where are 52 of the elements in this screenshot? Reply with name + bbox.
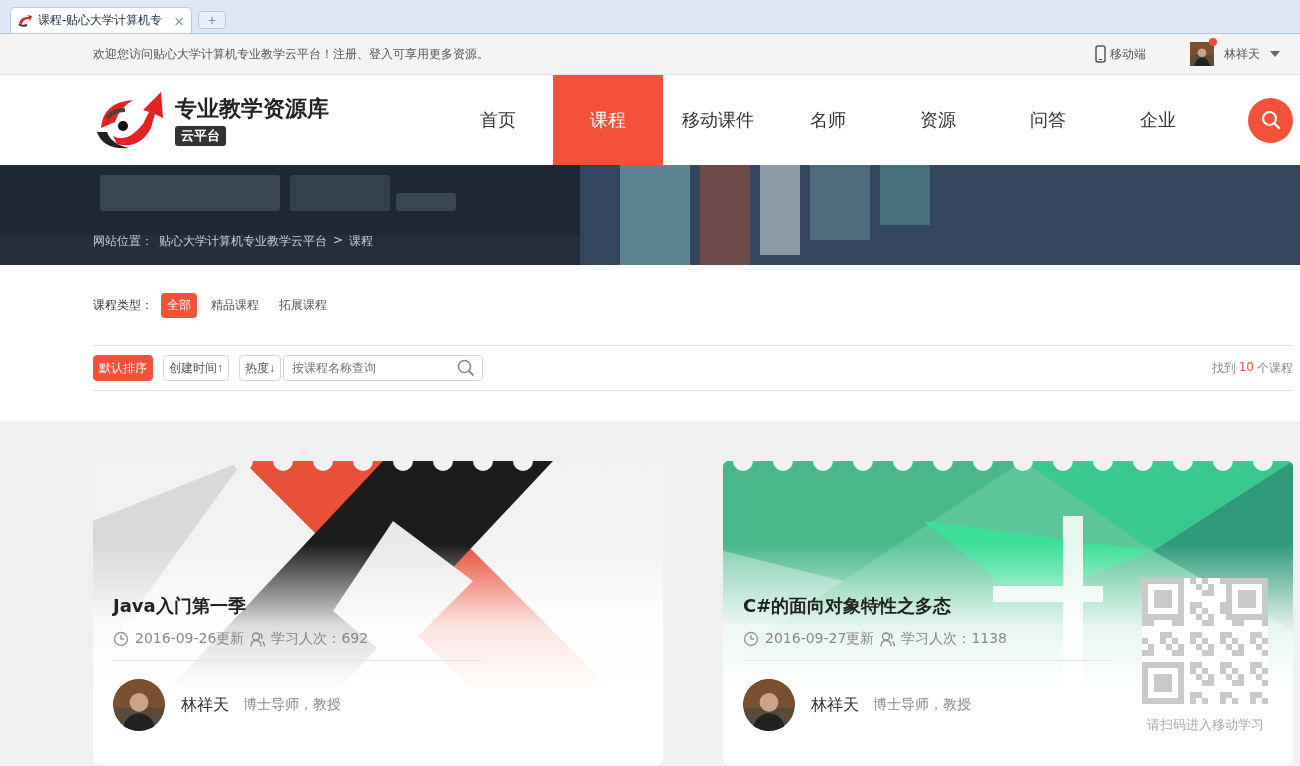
logo-badge: 云平台 [175, 126, 226, 146]
people-icon [250, 631, 266, 647]
teacher-name[interactable]: 林祥天 [811, 694, 859, 716]
course-title[interactable]: C#的面向对象特性之多态 [743, 594, 1273, 618]
clock-icon [113, 631, 129, 647]
result-text: 找到 [1211, 359, 1236, 377]
nav-item[interactable]: 移动课件 [663, 75, 773, 165]
caret-icon [1270, 51, 1280, 57]
browser-tab[interactable]: 课程-贴心大学计算机专 × [10, 7, 192, 33]
update-date: 2016-09-26更新 [135, 630, 245, 648]
teacher-title: 博士导师，教授 [873, 696, 971, 714]
people-icon [880, 631, 896, 647]
breadcrumb-link[interactable]: 课程 [349, 233, 374, 250]
update-date: 2016-09-27更新 [765, 630, 875, 648]
search-icon [457, 359, 475, 377]
qr-caption: 请扫码进入移动学习 [1146, 716, 1264, 734]
swirl-icon [17, 13, 33, 28]
avatar [1190, 42, 1214, 66]
teacher-name[interactable]: 林祥天 [181, 694, 229, 716]
breadcrumb-label: 网站位置： [93, 233, 153, 250]
nav-item[interactable]: 名师 [773, 75, 883, 165]
tab-title: 课程-贴心大学计算机专 [38, 12, 164, 29]
close-icon[interactable]: × [173, 12, 185, 29]
avatar [743, 679, 795, 731]
view-count: 学习人次：692 [271, 630, 369, 648]
search-field[interactable]: 按课程名称查询 [283, 355, 483, 381]
welcome-text: 欢迎您访问贴心大学计算机专业教学云平台！注册、登入可享用更多资源。 [93, 45, 490, 63]
sort-button[interactable]: 热度↓ [239, 355, 281, 381]
logo-title: 专业教学资源库 [175, 94, 329, 123]
course-title[interactable]: Java入门第一季 [113, 594, 643, 618]
teacher-title: 博士导师，教授 [243, 696, 341, 714]
phone-icon [1095, 45, 1106, 63]
user-name[interactable]: 林祥天 [1224, 45, 1260, 63]
filter-option[interactable]: 拓展课程 [273, 292, 333, 318]
breadcrumb-separator: > [333, 233, 344, 249]
search-button[interactable] [1248, 97, 1293, 143]
result-count: 10 [1238, 359, 1254, 376]
avatar [113, 679, 165, 731]
qr-code-icon [1142, 578, 1268, 704]
sort-button[interactable]: 创建时间↑ [163, 355, 229, 381]
nav-item[interactable]: 企业 [1103, 75, 1213, 165]
filter-option[interactable]: 精品课程 [205, 292, 265, 318]
nav-item[interactable]: 资源 [883, 75, 993, 165]
filter-label: 课程类型： [93, 296, 153, 314]
breadcrumb-link[interactable]: 贴心大学计算机专业教学云平台 [159, 233, 327, 250]
nav-item[interactable]: 首页 [443, 75, 553, 165]
result-text: 个课程 [1257, 359, 1293, 377]
clock-icon [743, 631, 759, 647]
mobile-link[interactable]: 移动端 [1095, 45, 1146, 63]
search-icon [1260, 110, 1281, 130]
view-count: 学习人次：1138 [901, 630, 1007, 648]
nav-item[interactable]: 问答 [993, 75, 1103, 165]
